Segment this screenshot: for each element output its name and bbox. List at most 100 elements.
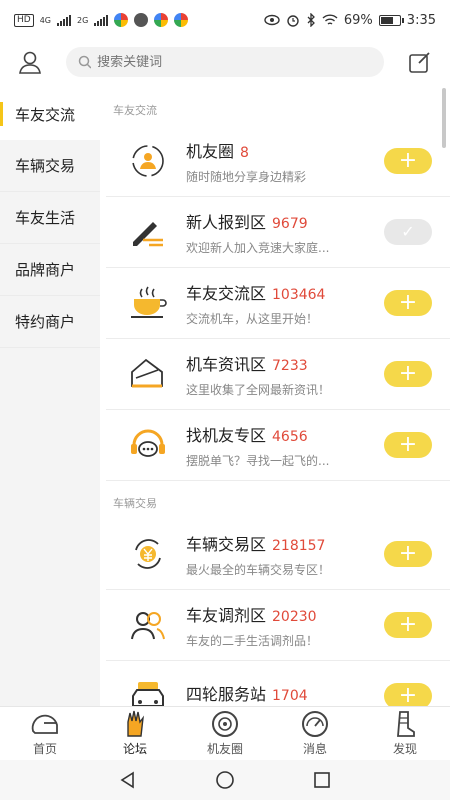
list-item[interactable]: 车友交流区 103464 交流机车，从这里开始！ +: [106, 268, 450, 339]
recents-square-icon[interactable]: [312, 770, 332, 790]
list-item[interactable]: 新人报到区 9679 欢迎新人加入竞速大家庭... ✓: [106, 197, 450, 268]
join-button[interactable]: +: [384, 361, 432, 387]
sidebar-item-label: 车辆交易: [15, 157, 76, 175]
coffee-cup-icon: [126, 281, 170, 325]
forum-name: 四轮服务站: [186, 685, 267, 704]
tab-messages[interactable]: 消息: [270, 707, 360, 760]
users-circle-icon: [126, 139, 170, 183]
tab-label: 消息: [302, 742, 327, 756]
forum-name: 车友调剂区: [186, 605, 267, 625]
tab-discover[interactable]: 发现: [360, 707, 450, 760]
tab-label: 首页: [32, 742, 57, 756]
signal-2-icon: [94, 14, 109, 26]
tab-label: 机友圈: [206, 742, 243, 756]
profile-button[interactable]: [14, 46, 46, 78]
yen-exchange-icon: [126, 532, 170, 576]
forum-name: 找机友专区: [186, 425, 267, 445]
chat-headset-icon: [126, 423, 170, 467]
tab-home[interactable]: 首页: [0, 707, 90, 760]
app-notify-icon: [114, 13, 129, 27]
join-button[interactable]: +: [384, 432, 432, 458]
member-count: 1704: [272, 688, 308, 704]
signal-icon: [57, 14, 71, 26]
sidebar-item-label: 车友生活: [15, 209, 76, 227]
forum-name: 机车资讯区: [186, 354, 267, 374]
hd-chip: HD: [14, 13, 34, 27]
bluetooth-icon: [307, 13, 315, 27]
status-left: HD 4G 2G: [14, 13, 189, 27]
wechat-icon: [134, 13, 149, 27]
home-circle-icon[interactable]: [215, 770, 235, 790]
join-button[interactable]: +: [384, 541, 432, 567]
helmet-icon: [29, 710, 61, 738]
list-item[interactable]: 找机友专区 4656 摆脱单飞？寻找一起飞的... +: [106, 410, 450, 481]
sidebar-item-1[interactable]: 车辆交易: [0, 140, 100, 192]
forum-desc: 欢迎新人加入竞速大家庭...: [186, 240, 330, 255]
forum-desc: 最火最全的车辆交易专区！: [186, 562, 331, 577]
list-item[interactable]: 车辆交易区 218157 最火最全的车辆交易专区！ +: [106, 519, 450, 590]
car-icon: [126, 674, 170, 706]
join-button[interactable]: +: [384, 290, 432, 316]
pencil-icon: [126, 210, 170, 254]
two-users-icon: [126, 603, 170, 647]
scrollbar[interactable]: [442, 88, 446, 148]
clock-time: 3:35: [406, 12, 436, 28]
sidebar-item-4[interactable]: 特约商户: [0, 296, 100, 348]
search-icon: [78, 55, 92, 69]
forum-desc: 车友的二手生活调剂品！: [186, 633, 319, 648]
sidebar-item-0[interactable]: 车友交流: [0, 88, 100, 140]
bottom-tab-bar: 首页 论坛 机友圈 消息 发现: [0, 706, 450, 760]
member-count: 103464: [272, 286, 326, 303]
member-count: 7233: [272, 357, 308, 374]
list-item[interactable]: 四轮服务站 1704 +: [106, 661, 450, 706]
forum-desc: 摆脱单飞？寻找一起飞的...: [186, 453, 330, 468]
list-item[interactable]: 机友圈 8 随时随地分享身边精彩 +: [106, 126, 450, 197]
boot-icon: [389, 710, 421, 738]
wifi-icon: [322, 14, 338, 25]
joined-button[interactable]: ✓: [384, 219, 432, 245]
list-item[interactable]: 车友调剂区 20230 车友的二手生活调剂品！ +: [106, 590, 450, 661]
edit-icon: [409, 52, 430, 73]
alarm-icon: [287, 15, 299, 27]
forum-desc: 交流机车，从这里开始！: [186, 311, 319, 326]
tab-label: 发现: [392, 742, 417, 756]
category-sidebar: 车友交流 车辆交易 车友生活 品牌商户 特约商户: [0, 88, 100, 706]
member-count: 9679: [272, 215, 308, 232]
network-4g-label: 4G: [39, 15, 51, 25]
list-item[interactable]: 机车资讯区 7233 这里收集了全网最新资讯！ +: [106, 339, 450, 410]
network-2g-label: 2G: [77, 15, 89, 25]
top-bar: [0, 40, 450, 84]
forum-name: 新人报到区: [186, 212, 267, 232]
forum-list: 车友交流 机友圈 8 随时随地分享身边精彩 + 新人报到区 9679 欢迎新人加入竞速大…: [100, 88, 450, 706]
forum-desc: 这里收集了全网最新资讯！: [186, 382, 331, 397]
tab-label: 论坛: [122, 742, 147, 756]
system-nav-bar: [0, 760, 450, 800]
section-title: 车友交流: [113, 104, 157, 117]
compose-button[interactable]: [404, 46, 436, 78]
tab-moments[interactable]: 机友圈: [180, 707, 270, 760]
forum-name: 车辆交易区: [186, 534, 267, 554]
sidebar-item-label: 车友交流: [15, 105, 76, 124]
member-count: 20230: [272, 608, 317, 625]
envelope-icon: [126, 352, 170, 396]
section-title: 车辆交易: [113, 497, 157, 510]
back-icon[interactable]: [118, 770, 138, 790]
search-bar[interactable]: [66, 47, 384, 77]
app-notify-2-icon: [154, 13, 169, 27]
sidebar-item-label: 品牌商户: [15, 261, 76, 279]
member-count: 218157: [272, 537, 326, 554]
join-button[interactable]: +: [384, 683, 432, 706]
battery-percent: 69%: [343, 12, 373, 28]
user-icon: [19, 51, 41, 74]
sidebar-item-3[interactable]: 品牌商户: [0, 244, 100, 296]
tire-icon: [209, 710, 241, 738]
forum-name: 机友圈: [186, 141, 235, 161]
forum-name: 车友交流区: [186, 283, 267, 303]
sidebar-item-2[interactable]: 车友生活: [0, 192, 100, 244]
join-button[interactable]: +: [384, 148, 432, 174]
sidebar-item-label: 特约商户: [15, 313, 76, 331]
status-right: 69% 3:35: [264, 13, 436, 28]
tab-forum[interactable]: 论坛: [90, 707, 180, 760]
join-button[interactable]: +: [384, 612, 432, 638]
search-input[interactable]: [97, 54, 372, 70]
